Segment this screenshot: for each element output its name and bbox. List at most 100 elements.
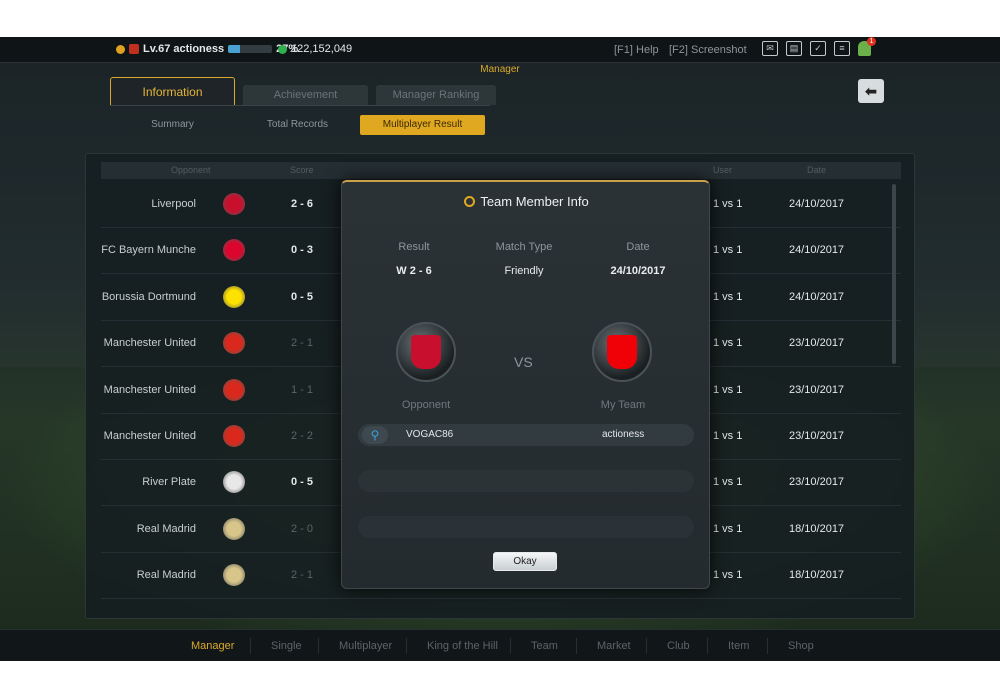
score: 0 - 5 xyxy=(291,476,314,489)
col-date: Date xyxy=(807,165,827,175)
user-mode: 1 vs 1 xyxy=(713,430,743,442)
checklist-icon[interactable]: ✓ xyxy=(810,41,826,56)
xp-bar xyxy=(228,45,273,53)
profile-card-icon[interactable]: ▤ xyxy=(786,41,802,56)
score: 2 - 6 xyxy=(291,198,314,210)
score: 0 - 3 xyxy=(291,244,314,257)
sub-tabs: Summary Total Records Multiplayer Result xyxy=(110,115,485,135)
opponent-crest-icon xyxy=(223,193,245,215)
coin-amount: 122,152,049 xyxy=(291,43,353,55)
screenshot-link[interactable]: [F2] Screenshot xyxy=(669,44,747,56)
empty-player-row xyxy=(358,470,694,492)
opponent-name: Real Madrid xyxy=(136,522,196,535)
user-mode: 1 vs 1 xyxy=(713,337,743,350)
match-date: 18/10/2017 xyxy=(789,522,845,535)
okay-button[interactable]: Okay xyxy=(493,552,557,571)
opponent-crest-icon xyxy=(223,517,245,540)
nav-club[interactable]: Club xyxy=(667,640,690,652)
result-value: W 2 - 6 xyxy=(396,265,432,277)
score: 2 - 1 xyxy=(291,337,314,350)
opponent-name: FC Bayern Munche xyxy=(101,244,196,257)
help-link[interactable]: [F1] Help xyxy=(614,44,659,56)
user-mode: 1 vs 1 xyxy=(713,383,743,396)
match-date: 23/10/2017 xyxy=(789,383,845,396)
match-date: 18/10/2017 xyxy=(789,569,845,582)
chat-icon[interactable]: ≡ xyxy=(834,41,850,56)
tab-manager-ranking[interactable]: Manager Ranking xyxy=(376,85,496,105)
opponent-player-name: VOGAC86 xyxy=(406,429,454,440)
user-mode: 1 vs 1 xyxy=(713,522,743,535)
tab-divider xyxy=(110,105,490,106)
coin-balance: 122,152,049 xyxy=(278,43,352,55)
subtab-summary[interactable]: Summary xyxy=(110,115,235,135)
score: 1 - 1 xyxy=(291,383,314,396)
nav-king-of-the-hill[interactable]: King of the Hill xyxy=(427,640,498,652)
opponent-name: Manchester United xyxy=(103,337,196,350)
opponent-crest-icon xyxy=(223,471,245,494)
empty-player-row xyxy=(358,516,694,538)
team-member-info-dialog: Team Member Info Result Match Type Date … xyxy=(341,180,710,589)
manager-level[interactable]: Lv.67 actioness 27% xyxy=(116,43,298,55)
nav-manager[interactable]: Manager xyxy=(191,640,234,652)
user-mode: 1 vs 1 xyxy=(713,290,743,303)
opponent-name: Manchester United xyxy=(103,383,196,396)
friends-icon[interactable]: 1 xyxy=(858,37,876,56)
tab-information[interactable]: Information xyxy=(110,77,235,106)
opponent-crest-icon xyxy=(223,425,245,447)
opponent-crest-icon xyxy=(223,239,245,262)
back-button[interactable]: ⬅ xyxy=(858,79,884,103)
table-scrollbar[interactable] xyxy=(892,184,896,364)
date-label: Date xyxy=(626,241,650,253)
search-ring-icon xyxy=(464,196,476,207)
opponent-name: Liverpool xyxy=(151,198,196,210)
score: 2 - 1 xyxy=(291,569,314,582)
col-score: Score xyxy=(290,165,314,175)
level-medal-icon xyxy=(116,44,125,54)
opponent-crest-icon xyxy=(223,332,245,355)
tab-achievement[interactable]: Achievement xyxy=(243,85,368,105)
opponent-name: River Plate xyxy=(142,476,196,489)
match-date: 24/10/2017 xyxy=(789,290,845,303)
opponent-crest-icon xyxy=(396,322,456,382)
opponent-crest-icon xyxy=(223,564,245,587)
match-date: 24/10/2017 xyxy=(789,244,845,257)
subtab-multiplayer-result[interactable]: Multiplayer Result xyxy=(360,115,485,135)
nav-multiplayer[interactable]: Multiplayer xyxy=(339,640,392,652)
match-type-label: Match Type xyxy=(495,241,553,253)
user-mode: 1 vs 1 xyxy=(713,476,743,489)
opponent-name: Manchester United xyxy=(103,430,196,442)
opponent-crest-icon xyxy=(223,285,245,308)
dialog-title: Team Member Info xyxy=(342,194,711,209)
subtab-total-records[interactable]: Total Records xyxy=(235,115,360,135)
match-date: 23/10/2017 xyxy=(789,430,845,442)
opponent-name: Borussia Dortmund xyxy=(101,290,196,303)
opponent-crest-icon xyxy=(223,378,245,401)
user-mode: 1 vs 1 xyxy=(713,198,743,210)
match-date: 23/10/2017 xyxy=(789,476,845,489)
level-label: Lv.67 actioness xyxy=(143,43,225,55)
coin-icon xyxy=(278,44,287,54)
club-badge-icon xyxy=(129,44,139,54)
nav-single[interactable]: Single xyxy=(271,640,302,652)
score: 2 - 0 xyxy=(291,522,314,535)
my-team-crest-icon xyxy=(592,322,652,382)
match-date: 24/10/2017 xyxy=(789,198,845,210)
nav-team[interactable]: Team xyxy=(531,640,558,652)
main-tabs: Information Achievement Manager Ranking xyxy=(110,77,496,106)
nav-market[interactable]: Market xyxy=(597,640,631,652)
mail-icon[interactable]: ✉ xyxy=(762,41,778,56)
my-team-label: My Team xyxy=(600,399,646,411)
my-player-name: actioness xyxy=(602,429,645,440)
result-label: Result xyxy=(398,241,430,253)
match-date: 23/10/2017 xyxy=(789,337,845,350)
search-icon[interactable]: ⚲ xyxy=(362,426,388,444)
date-value: 24/10/2017 xyxy=(610,265,666,277)
col-opponent: Opponent xyxy=(171,165,211,175)
section-title: Manager xyxy=(480,64,520,75)
vs-label: VS xyxy=(514,354,533,370)
nav-shop[interactable]: Shop xyxy=(788,640,814,652)
opponent-label: Opponent xyxy=(401,399,451,411)
nav-item[interactable]: Item xyxy=(728,640,749,652)
score: 2 - 2 xyxy=(291,430,314,442)
opponent-name: Real Madrid xyxy=(136,569,196,582)
